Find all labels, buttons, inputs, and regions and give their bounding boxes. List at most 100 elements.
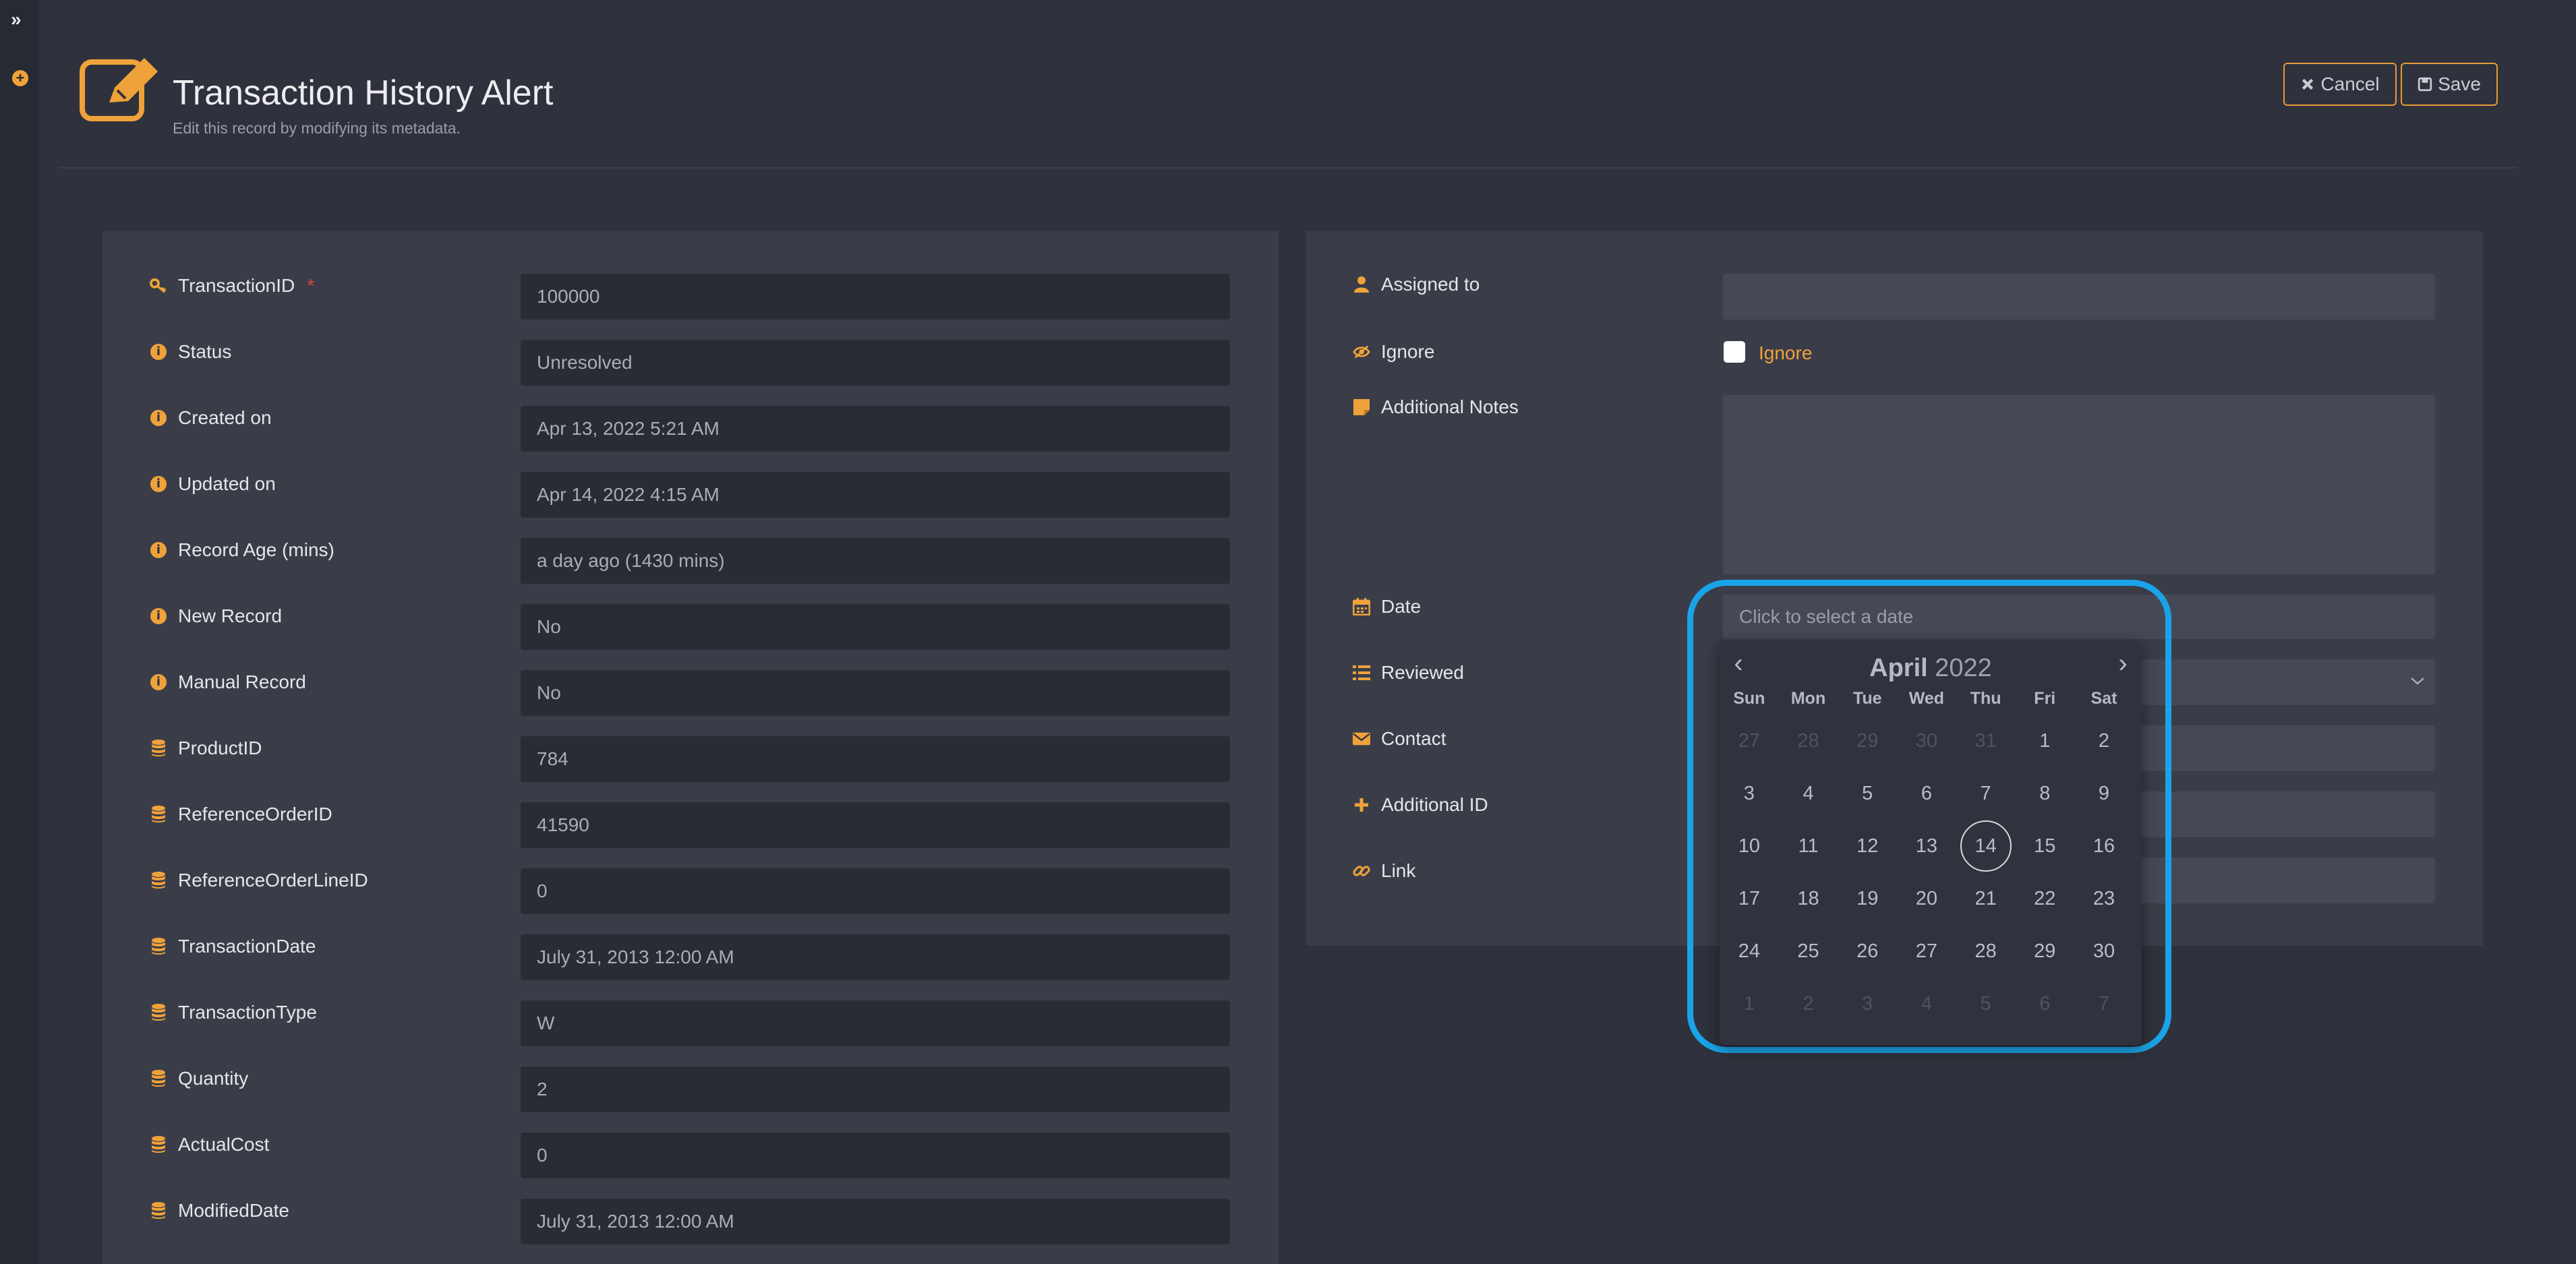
field-label: Quantity bbox=[150, 1068, 248, 1089]
database-icon bbox=[150, 1004, 167, 1021]
assigned-to-input[interactable] bbox=[1723, 274, 2435, 320]
next-month-icon[interactable]: › bbox=[2109, 650, 2136, 677]
weekday-label: Thu bbox=[1970, 689, 2001, 708]
calendar-day[interactable]: 20 bbox=[1897, 872, 1956, 925]
field-value[interactable]: Apr 14, 2022 4:15 AM bbox=[521, 472, 1230, 518]
calendar-day[interactable]: 10 bbox=[1720, 820, 1779, 872]
calendar-day[interactable]: 27 bbox=[1720, 715, 1779, 767]
field-value[interactable]: No bbox=[521, 670, 1230, 716]
calendar-day[interactable]: 3 bbox=[1838, 977, 1897, 1030]
calendar-day[interactable]: 1 bbox=[1720, 977, 1779, 1030]
calendar-day[interactable]: 11 bbox=[1779, 820, 1838, 872]
calendar-day[interactable]: 30 bbox=[2074, 925, 2134, 977]
field-value[interactable]: July 31, 2013 12:00 AM bbox=[521, 934, 1230, 980]
weekday-label: Fri bbox=[2034, 689, 2056, 708]
calendar-day[interactable]: 29 bbox=[1838, 715, 1897, 767]
field-label: TransactionDate bbox=[150, 936, 316, 957]
calendar-day[interactable]: 3 bbox=[1720, 767, 1779, 820]
field-label: i New Record bbox=[150, 605, 282, 627]
calendar-month[interactable]: April bbox=[1869, 654, 1928, 682]
calendar-day[interactable]: 18 bbox=[1779, 872, 1838, 925]
calendar-day[interactable]: 16 bbox=[2074, 820, 2134, 872]
ignore-checkbox-label[interactable]: Ignore bbox=[1759, 342, 1812, 364]
field-value[interactable]: a day ago (1430 mins) bbox=[521, 538, 1230, 584]
weekday-label: Sun bbox=[1733, 689, 1765, 708]
field-value[interactable]: Apr 13, 2022 5:21 AM bbox=[521, 406, 1230, 452]
add-icon[interactable]: + bbox=[12, 70, 28, 86]
calendar-day[interactable]: 31 bbox=[1956, 715, 2016, 767]
cancel-button[interactable]: Cancel bbox=[2283, 63, 2397, 106]
calendar-day[interactable]: 5 bbox=[1838, 767, 1897, 820]
contact-label: Contact bbox=[1353, 728, 1446, 750]
calendar-day[interactable]: 1 bbox=[2015, 715, 2074, 767]
calendar-day[interactable]: 30 bbox=[1897, 715, 1956, 767]
calendar-day[interactable]: 5 bbox=[1956, 977, 2016, 1030]
cancel-button-label: Cancel bbox=[2320, 73, 2380, 94]
additional-notes-textarea[interactable] bbox=[1723, 395, 2435, 574]
calendar-day[interactable]: 28 bbox=[1956, 925, 2016, 977]
calendar-year[interactable]: 2022 bbox=[1935, 654, 1992, 682]
calendar-day[interactable]: 9 bbox=[2074, 767, 2134, 820]
calendar-day[interactable]: 19 bbox=[1838, 872, 1897, 925]
field-value[interactable]: July 31, 2013 12:00 AM bbox=[521, 1199, 1230, 1244]
edit-record-icon bbox=[80, 58, 158, 121]
expand-sidebar-icon[interactable]: » bbox=[11, 10, 28, 29]
calendar-day[interactable]: 29 bbox=[2015, 925, 2074, 977]
calendar-day[interactable]: 8 bbox=[2015, 767, 2074, 820]
calendar-day[interactable]: 28 bbox=[1779, 715, 1838, 767]
field-value[interactable]: 0 bbox=[521, 1133, 1230, 1178]
required-marker: * bbox=[307, 275, 315, 296]
field-value[interactable]: 784 bbox=[521, 736, 1230, 782]
calendar-day[interactable]: 24 bbox=[1720, 925, 1779, 977]
calendar-day[interactable]: 6 bbox=[2015, 977, 2074, 1030]
calendar-day[interactable]: 26 bbox=[1838, 925, 1897, 977]
field-value[interactable]: W bbox=[521, 1000, 1230, 1046]
eye-slash-icon bbox=[1353, 343, 1370, 361]
calendar-icon bbox=[1353, 598, 1370, 615]
envelope-icon bbox=[1353, 730, 1370, 748]
header-divider bbox=[59, 167, 2517, 169]
calendar-day-today[interactable]: 14 bbox=[1956, 820, 2016, 872]
field-value[interactable]: 41590 bbox=[521, 802, 1230, 848]
calendar-day[interactable]: 25 bbox=[1779, 925, 1838, 977]
page-title: Transaction History Alert bbox=[173, 73, 554, 113]
calendar-day[interactable]: 7 bbox=[2074, 977, 2134, 1030]
calendar-day[interactable]: 12 bbox=[1838, 820, 1897, 872]
side-rail: » + bbox=[0, 0, 39, 1264]
calendar-day[interactable]: 2 bbox=[1779, 977, 1838, 1030]
calendar-day[interactable]: 17 bbox=[1720, 872, 1779, 925]
calendar-day[interactable]: 27 bbox=[1897, 925, 1956, 977]
save-button[interactable]: Save bbox=[2401, 63, 2498, 106]
calendar-day[interactable]: 15 bbox=[2015, 820, 2074, 872]
calendar-day[interactable]: 4 bbox=[1779, 767, 1838, 820]
info-icon: i bbox=[150, 409, 167, 427]
calendar-day[interactable]: 22 bbox=[2015, 872, 2074, 925]
calendar-month-year: April 2022 bbox=[1720, 654, 2142, 683]
database-icon bbox=[150, 872, 167, 889]
calendar-day[interactable]: 4 bbox=[1897, 977, 1956, 1030]
calendar-day[interactable]: 21 bbox=[1956, 872, 2016, 925]
ignore-checkbox[interactable] bbox=[1724, 341, 1745, 363]
page-subtitle: Edit this record by modifying its metada… bbox=[173, 119, 461, 137]
field-label: i Manual Record bbox=[150, 671, 306, 693]
info-icon: i bbox=[150, 541, 167, 559]
field-label: i Status bbox=[150, 341, 231, 363]
field-value[interactable]: 0 bbox=[521, 868, 1230, 914]
calendar-day[interactable]: 7 bbox=[1956, 767, 2016, 820]
calendar-day[interactable]: 6 bbox=[1897, 767, 1956, 820]
field-label: ModifiedDate bbox=[150, 1200, 289, 1222]
field-value[interactable]: 100000 bbox=[521, 274, 1230, 320]
calendar-day[interactable]: 23 bbox=[2074, 872, 2134, 925]
database-icon bbox=[150, 1136, 167, 1153]
chevron-down-icon bbox=[2411, 678, 2424, 685]
field-value[interactable]: No bbox=[521, 604, 1230, 650]
field-value[interactable]: 2 bbox=[521, 1066, 1230, 1112]
weekday-label: Mon bbox=[1790, 689, 1826, 708]
field-label: i Created on bbox=[150, 407, 272, 429]
calendar-day[interactable]: 13 bbox=[1897, 820, 1956, 872]
weekday-label: Tue bbox=[1852, 689, 1882, 708]
date-picker-calendar[interactable]: ‹ April 2022 › Sun Mon Tue Wed Thu Fri Sat 27 2… bbox=[1720, 640, 2142, 1045]
field-label: ReferenceOrderLineID bbox=[150, 870, 368, 891]
field-value[interactable]: Unresolved bbox=[521, 340, 1230, 386]
calendar-day[interactable]: 2 bbox=[2074, 715, 2134, 767]
